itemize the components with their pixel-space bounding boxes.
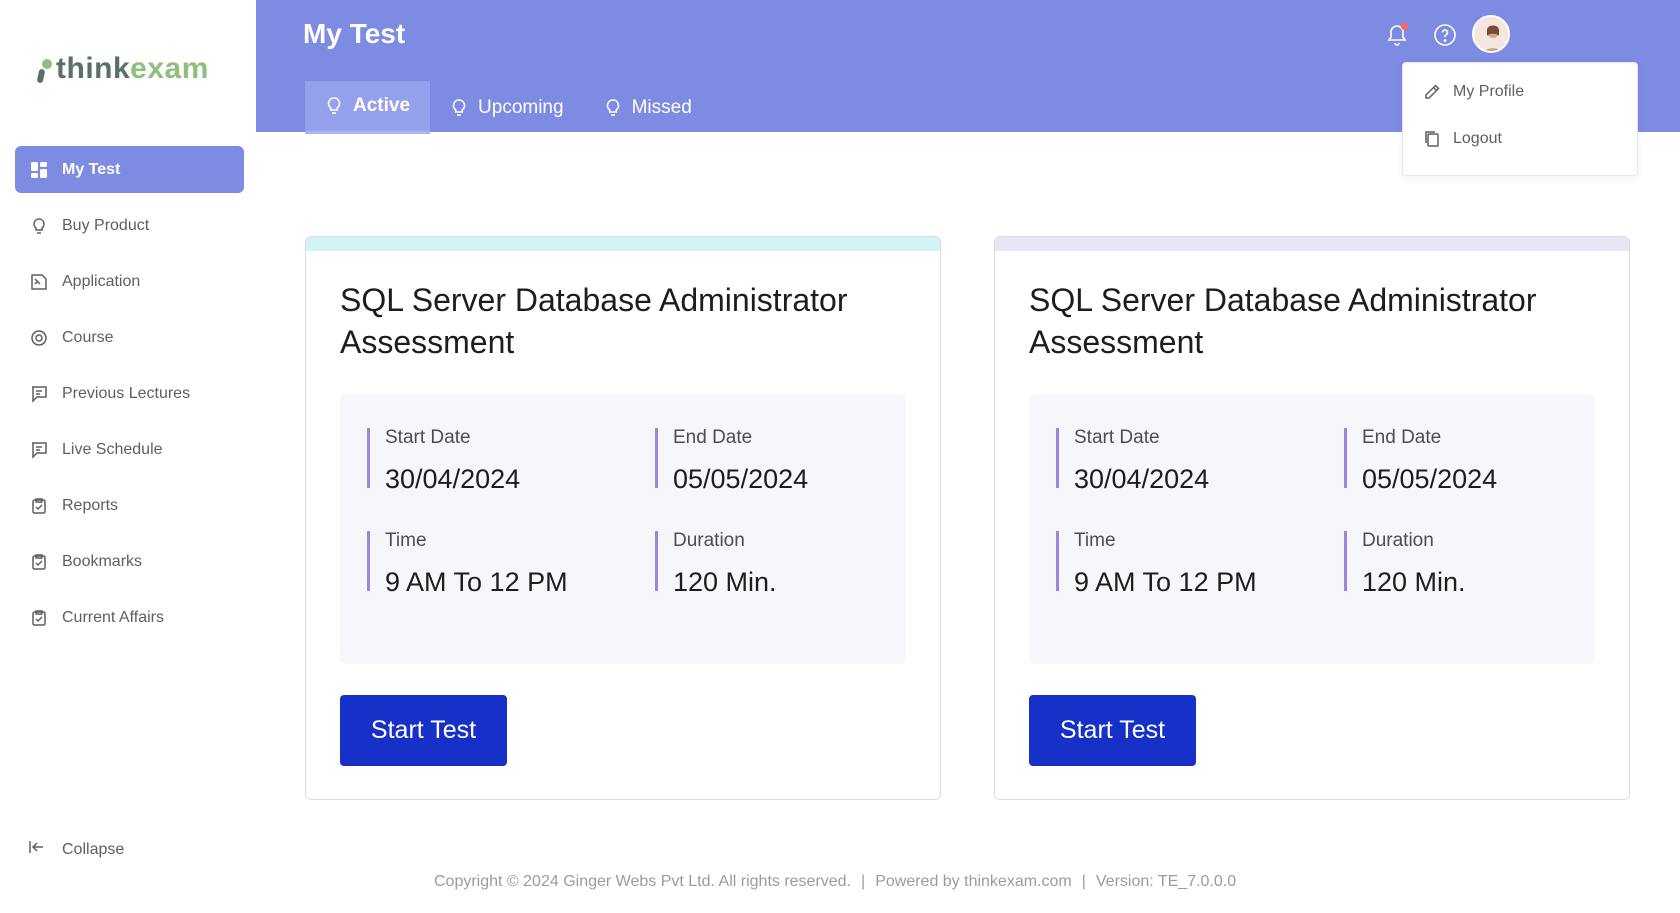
end-date-field: End Date 05/05/2024 [655, 427, 808, 494]
end-date-value: 05/05/2024 [673, 464, 809, 494]
lightbulb-icon [604, 98, 622, 118]
avatar[interactable] [1472, 15, 1510, 53]
end-date-field: End Date 05/05/2024 [1344, 427, 1497, 494]
start-date-value: 30/04/2024 [1074, 464, 1210, 494]
duration-field: Duration 120 Min. [1344, 530, 1466, 597]
menu-item-label: My Profile [1453, 83, 1525, 100]
test-tabs: Active Upcoming Missed [305, 81, 712, 134]
card-title: SQL Server Database Administrator Assess… [340, 282, 848, 360]
tab-upcoming[interactable]: Upcoming [430, 81, 584, 134]
duration-value: 120 Min. [673, 567, 777, 597]
page-title: My Test [303, 18, 406, 49]
clipboard-check-icon [29, 552, 49, 572]
sidebar-item-label: Reports [62, 496, 119, 514]
start-date-label: Start Date [385, 427, 471, 448]
user-menu-dropdown: My Profile Logout [1402, 62, 1638, 176]
chat-icon [29, 440, 49, 460]
footer-copyright: Copyright © 2024 Ginger Webs Pvt Ltd. Al… [434, 873, 852, 890]
lightbulb-icon [450, 98, 468, 118]
lightbulb-icon [29, 216, 49, 236]
sidebar: thinkexam My Test Buy Product Applicatio… [0, 0, 256, 913]
sidebar-item-reports[interactable]: Reports [15, 482, 244, 529]
time-field: Time 9 AM To 12 PM [367, 530, 568, 597]
tab-missed[interactable]: Missed [584, 81, 712, 134]
sidebar-item-application[interactable]: Application [15, 258, 244, 305]
brand-text-think: think [56, 52, 131, 85]
tab-label: Active [353, 95, 411, 116]
test-card: SQL Server Database Administrator Assess… [994, 236, 1630, 800]
footer: Copyright © 2024 Ginger Webs Pvt Ltd. Al… [434, 873, 1236, 891]
sidebar-item-live-schedule[interactable]: Live Schedule [15, 426, 244, 473]
menu-item-my-profile[interactable]: My Profile [1423, 83, 1524, 101]
card-accent-strip [995, 237, 1629, 251]
sidebar-nav: My Test Buy Product Application Course P… [15, 146, 244, 650]
start-date-value: 30/04/2024 [385, 464, 521, 494]
lightbulb-icon [325, 96, 343, 116]
sidebar-item-bookmarks[interactable]: Bookmarks [15, 538, 244, 585]
start-date-label: Start Date [1074, 427, 1160, 448]
collapse-button[interactable]: Collapse [29, 840, 124, 859]
collapse-label: Collapse [62, 840, 125, 858]
card-accent-strip [306, 237, 940, 251]
sidebar-item-label: Current Affairs [62, 608, 164, 626]
time-value: 9 AM To 12 PM [385, 567, 568, 597]
brand-text-exam: exam [130, 52, 209, 85]
course-icon [29, 328, 49, 348]
card-title: SQL Server Database Administrator Assess… [1029, 282, 1537, 360]
time-value: 9 AM To 12 PM [1074, 567, 1257, 597]
notification-dot [1401, 23, 1408, 30]
sidebar-item-label: My Test [62, 160, 121, 178]
help-icon[interactable] [1432, 22, 1458, 48]
pencil-icon [1423, 83, 1443, 101]
footer-divider: | [1081, 873, 1086, 890]
start-test-button[interactable]: Start Test [1029, 695, 1196, 766]
chat-icon [29, 384, 49, 404]
menu-item-label: Logout [1453, 130, 1502, 147]
brand-logo[interactable]: thinkexam [36, 52, 209, 86]
sidebar-item-label: Application [62, 272, 141, 290]
end-date-label: End Date [1362, 427, 1442, 448]
sidebar-item-label: Previous Lectures [62, 384, 191, 402]
time-label: Time [385, 530, 427, 551]
duration-field: Duration 120 Min. [655, 530, 777, 597]
duration-label: Duration [1362, 530, 1434, 551]
collapse-arrow-icon [29, 840, 49, 859]
sidebar-item-label: Course [62, 328, 114, 346]
application-icon [29, 272, 49, 292]
sidebar-item-label: Bookmarks [62, 552, 143, 570]
copy-icon [1423, 130, 1443, 148]
sidebar-item-label: Live Schedule [62, 440, 163, 458]
sidebar-item-buy-product[interactable]: Buy Product [15, 202, 244, 249]
clipboard-check-icon [29, 496, 49, 516]
test-card: SQL Server Database Administrator Assess… [305, 236, 941, 800]
sidebar-item-current-affairs[interactable]: Current Affairs [15, 594, 244, 641]
sidebar-item-course[interactable]: Course [15, 314, 244, 361]
duration-label: Duration [673, 530, 745, 551]
tab-active[interactable]: Active [305, 81, 431, 134]
logo-mark-icon [36, 55, 52, 84]
menu-item-logout[interactable]: Logout [1423, 130, 1502, 148]
tab-label: Missed [631, 96, 692, 118]
sidebar-item-label: Buy Product [62, 216, 150, 234]
duration-value: 120 Min. [1362, 567, 1466, 597]
sidebar-item-my-test[interactable]: My Test [15, 146, 244, 193]
start-date-field: Start Date 30/04/2024 [367, 427, 520, 494]
bell-icon[interactable] [1384, 22, 1410, 48]
footer-version: Version: TE_7.0.0.0 [1095, 873, 1237, 890]
end-date-value: 05/05/2024 [1362, 464, 1498, 494]
footer-divider: | [861, 873, 866, 890]
test-info-box: Start Date 30/04/2024 End Date 05/05/202… [340, 394, 906, 664]
start-date-field: Start Date 30/04/2024 [1056, 427, 1209, 494]
header-actions [1384, 22, 1458, 48]
start-test-button[interactable]: Start Test [340, 695, 507, 766]
footer-powered-by: Powered by thinkexam.com [875, 873, 1072, 890]
time-field: Time 9 AM To 12 PM [1056, 530, 1257, 597]
clipboard-check-icon [29, 608, 49, 628]
test-info-box: Start Date 30/04/2024 End Date 05/05/202… [1029, 394, 1595, 664]
end-date-label: End Date [673, 427, 753, 448]
tab-label: Upcoming [478, 96, 564, 118]
time-label: Time [1074, 530, 1116, 551]
dashboard-icon [29, 160, 49, 180]
sidebar-item-previous-lectures[interactable]: Previous Lectures [15, 370, 244, 417]
